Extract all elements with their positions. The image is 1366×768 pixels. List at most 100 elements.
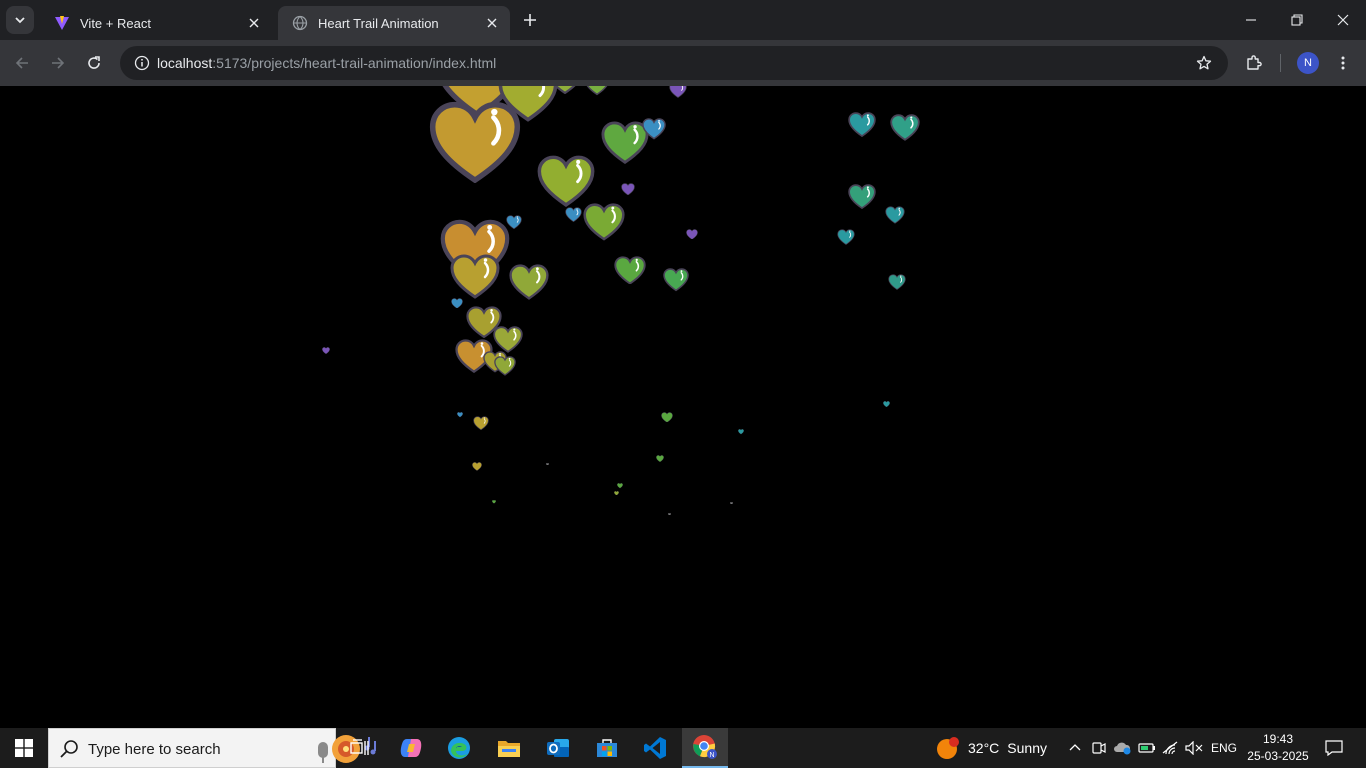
heart-particle [494, 356, 516, 376]
tab-search-button[interactable] [6, 6, 34, 34]
minimize-button[interactable] [1228, 0, 1274, 40]
heart-particle [429, 101, 521, 184]
clock[interactable]: 19:43 25-03-2025 [1240, 731, 1316, 765]
heart-particle [888, 274, 906, 290]
sun-weather-icon [937, 737, 959, 759]
windows-taskbar: Type here to search N 32°C Sunny ENG 19:… [0, 728, 1366, 768]
site-info-icon[interactable] [128, 49, 156, 77]
chevron-down-icon [15, 17, 25, 24]
show-hidden-icons-button[interactable] [1064, 728, 1086, 768]
heart-particle [564, 207, 582, 223]
heart-particle [656, 455, 664, 463]
heart-particle [890, 113, 920, 141]
heart-particle [547, 86, 583, 94]
tab-vite-react[interactable]: Vite + React [40, 6, 272, 40]
weather-temp: 32°C [968, 740, 1000, 756]
copilot-button[interactable] [388, 728, 434, 768]
heart-particle [322, 347, 330, 355]
clock-date: 25-03-2025 [1247, 749, 1309, 763]
tab-heart-trail[interactable]: Heart Trail Animation [278, 6, 510, 40]
microsoft-store-button[interactable] [584, 728, 630, 768]
menu-button[interactable] [1329, 49, 1357, 77]
heart-particle [457, 412, 463, 418]
close-tab-icon[interactable] [244, 13, 264, 33]
store-icon [597, 739, 617, 757]
heart-particle [492, 500, 496, 504]
onedrive-icon[interactable] [1111, 728, 1133, 768]
weather-widget[interactable]: 32°C Sunny [936, 728, 1047, 768]
heart-particle [729, 501, 733, 505]
start-button[interactable] [0, 728, 48, 768]
chevron-up-icon [1069, 744, 1081, 751]
heart-particle [667, 512, 671, 516]
bookmark-star-icon[interactable] [1190, 49, 1218, 77]
heart-particle [451, 297, 463, 309]
vite-logo-icon [54, 15, 70, 31]
vscode-button[interactable] [632, 728, 678, 768]
extensions-button[interactable] [1240, 49, 1268, 77]
edge-button[interactable] [436, 728, 482, 768]
restore-icon [1291, 14, 1303, 26]
meet-now-icon[interactable] [1088, 728, 1110, 768]
close-window-button[interactable] [1320, 0, 1366, 40]
heart-particle [473, 416, 489, 430]
heart-particle [882, 400, 890, 408]
outlook-button[interactable] [535, 728, 581, 768]
heart-particle [669, 86, 687, 98]
tab-title: Heart Trail Animation [318, 15, 439, 31]
outlook-icon [547, 739, 569, 757]
heart-particle [450, 254, 500, 298]
address-bar[interactable]: localhost:5173/projects/heart-trail-anim… [120, 46, 1228, 80]
notification-icon [1325, 740, 1343, 756]
arrow-right-icon [52, 57, 65, 69]
notifications-button[interactable] [1318, 728, 1350, 768]
heart-particle [537, 155, 595, 207]
url-text[interactable]: localhost:5173/projects/heart-trail-anim… [157, 55, 496, 71]
heart-particle [621, 182, 635, 196]
url-path: :5173/projects/heart-trail-animation/ind… [212, 55, 497, 71]
heart-particle [885, 206, 905, 224]
reload-button[interactable] [80, 49, 108, 77]
chrome-icon: N [693, 735, 717, 759]
heart-particle [661, 411, 673, 423]
forward-button[interactable] [44, 49, 72, 77]
back-button[interactable] [8, 49, 36, 77]
vscode-icon [644, 737, 666, 759]
reload-icon [88, 56, 100, 69]
input-language[interactable]: ENG [1208, 728, 1240, 768]
heart-particle [617, 483, 623, 489]
plus-icon [524, 14, 536, 26]
close-tab-icon[interactable] [482, 13, 502, 33]
search-placeholder: Type here to search [88, 741, 221, 758]
heart-particle [584, 86, 610, 96]
restore-button[interactable] [1274, 0, 1320, 40]
heart-particle [686, 228, 698, 240]
heart-particle [663, 268, 689, 292]
chrome-button[interactable]: N [682, 728, 728, 768]
heart-particle [493, 325, 523, 353]
close-icon [1337, 14, 1349, 26]
new-tab-button[interactable] [518, 8, 542, 32]
svg-text:N: N [709, 752, 714, 759]
edge-icon [448, 737, 470, 759]
profile-avatar[interactable]: N [1297, 52, 1319, 74]
heart-particle [472, 461, 482, 471]
search-icon [60, 740, 78, 758]
heart-particle [837, 229, 855, 245]
taskbar-search[interactable]: Type here to search [48, 728, 376, 768]
wifi-icon[interactable] [1160, 728, 1182, 768]
file-explorer-button[interactable] [486, 728, 532, 768]
minimize-icon [1246, 19, 1256, 21]
volume-muted-icon[interactable] [1183, 728, 1205, 768]
folder-icon [498, 741, 520, 757]
battery-icon[interactable] [1136, 728, 1158, 768]
heart-particle [614, 255, 646, 285]
globe-icon [292, 15, 308, 31]
heart-trail-canvas[interactable] [0, 86, 1366, 728]
task-view-button[interactable] [337, 728, 383, 768]
heart-particle [848, 184, 876, 210]
clock-time: 19:43 [1262, 732, 1294, 746]
more-vertical-icon [1341, 56, 1345, 70]
tab-title: Vite + React [80, 15, 151, 31]
url-host: localhost [157, 55, 213, 71]
